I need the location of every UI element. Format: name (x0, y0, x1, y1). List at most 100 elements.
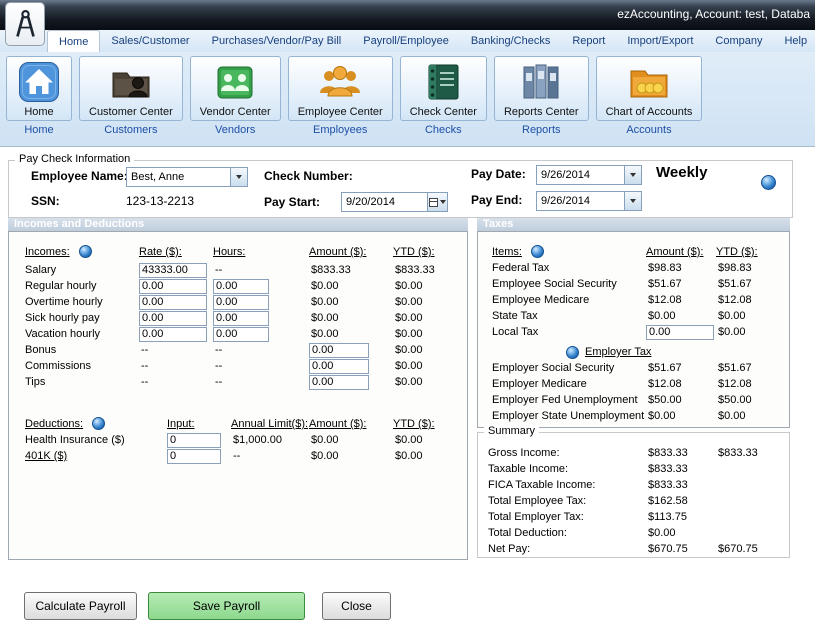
pay-end-value: 9/26/2014 (537, 192, 624, 210)
sick-hourly-hours-input[interactable] (213, 311, 269, 326)
tax-amount-value: $50.00 (646, 394, 716, 406)
deductions-help-globe-icon[interactable] (92, 417, 105, 430)
summary-label: Total Deduction: (488, 527, 646, 539)
deductions-header-row: Deductions: Input: Annual Limit($): Amou… (9, 416, 467, 432)
employer-tax-help-globe-icon[interactable] (566, 346, 579, 359)
toolbar: Home Home Customer Center Customers (0, 52, 815, 147)
overtime-hourly-hours-input[interactable] (213, 295, 269, 310)
regular-hourly-rate-input[interactable] (139, 279, 207, 294)
tax-ytd-value: $51.67 (716, 278, 789, 290)
menu-item-banking-checks[interactable]: Banking/Checks (460, 30, 562, 52)
summary-row-total-employer-tax: Total Employer Tax: $113.75 (478, 509, 789, 525)
pay-start-input[interactable] (342, 193, 427, 211)
deduction-ytd-col-header: YTD ($): (393, 418, 467, 430)
tool-item-customer-center: Customer Center Customers (79, 56, 183, 136)
overtime-hourly-rate-input[interactable] (139, 295, 207, 310)
taxes-help-globe-icon[interactable] (531, 245, 544, 258)
tool-item-check-center: Check Center Checks (400, 56, 487, 136)
tips-amount-input[interactable] (309, 375, 369, 390)
menu-item-company[interactable]: Company (704, 30, 773, 52)
deduction-row-401k: 401K ($) -- $0.00 $0.00 (9, 448, 467, 464)
regular-hourly-hours-input[interactable] (213, 279, 269, 294)
calculate-payroll-button[interactable]: Calculate Payroll (24, 592, 137, 620)
menu-item-home[interactable]: Home (47, 30, 100, 52)
deduction-label-link[interactable]: 401K ($) (25, 450, 67, 462)
commissions-amount-input[interactable] (309, 359, 369, 374)
chevron-down-icon[interactable] (624, 166, 641, 184)
tax-ytd-value: $12.08 (716, 378, 789, 390)
incomes-section-header: Incomes and Deductions (8, 218, 468, 231)
tax-amount-value: $51.67 (646, 362, 716, 374)
save-payroll-button[interactable]: Save Payroll (148, 592, 305, 620)
tax-ytd-value: $12.08 (716, 294, 789, 306)
sick-hourly-rate-input[interactable] (139, 311, 207, 326)
income-amount-value: $833.33 (309, 264, 393, 276)
tax-ytd-value: $50.00 (716, 394, 789, 406)
income-hours-value: -- (213, 264, 309, 276)
check-number-input[interactable] (361, 167, 461, 185)
income-ytd-value: $0.00 (393, 296, 467, 308)
taxes-header-row: Items: Amount ($): YTD ($): (478, 244, 789, 260)
menu-item-import-export[interactable]: Import/Export (616, 30, 704, 52)
health-insurance-input[interactable] (167, 433, 221, 448)
salary-rate-input[interactable] (139, 263, 207, 278)
tool-item-chart-of-accounts: Chart of Accounts Accounts (596, 56, 703, 136)
deduction-amount-value: $0.00 (309, 450, 393, 462)
menu-item-help[interactable]: Help (773, 30, 815, 52)
income-row-regular-hourly: Regular hourly $0.00 $0.00 (9, 278, 467, 294)
customer-center-label: Customer Center (89, 106, 173, 118)
summary-amount-value: $833.33 (646, 463, 716, 475)
tax-ytd-value: $98.83 (716, 262, 789, 274)
chevron-down-icon[interactable] (230, 168, 247, 186)
menu-item-payroll-employee[interactable]: Payroll/Employee (352, 30, 460, 52)
401k-input[interactable] (167, 449, 221, 464)
summary-amount-value: $0.00 (646, 527, 716, 539)
incomes-help-globe-icon[interactable] (79, 245, 92, 258)
vendor-center-button[interactable]: Vendor Center (190, 56, 281, 121)
employee-center-button[interactable]: Employee Center (288, 56, 393, 121)
calendar-icon[interactable] (427, 193, 447, 211)
chart-of-accounts-button[interactable]: Chart of Accounts (596, 56, 703, 121)
check-center-icon-wrap (420, 59, 466, 105)
tax-row-employee-social-security: Employee Social Security $51.67 $51.67 (478, 276, 789, 292)
vacation-hourly-rate-input[interactable] (139, 327, 207, 342)
paycheck-help-globe-icon[interactable] (761, 175, 776, 190)
home-button[interactable]: Home (6, 56, 72, 121)
menu-item-purchases[interactable]: Purchases/Vendor/Pay Bill (201, 30, 353, 52)
tool-item-vendor-center: Vendor Center Vendors (190, 56, 281, 136)
close-button[interactable]: Close (322, 592, 391, 620)
income-hours-value: -- (213, 360, 309, 372)
local-tax-input[interactable] (646, 325, 714, 340)
check-number-label: Check Number: (264, 169, 353, 183)
pay-date-select[interactable]: 9/26/2014 (536, 165, 642, 185)
check-center-button[interactable]: Check Center (400, 56, 487, 121)
tax-row-employer-fed-unemployment: Employer Fed Unemployment $50.00 $50.00 (478, 392, 789, 408)
employees-sub-label: Employees (313, 124, 367, 136)
customer-center-button[interactable]: Customer Center (79, 56, 183, 121)
income-amount-value: $0.00 (309, 312, 393, 324)
app-menu-button[interactable] (5, 2, 45, 46)
bonus-amount-input[interactable] (309, 343, 369, 358)
pay-start-picker[interactable] (341, 192, 448, 212)
income-label: Vacation hourly (25, 328, 139, 340)
summary-label: Total Employee Tax: (488, 495, 646, 507)
home-button-label: Home (24, 106, 53, 118)
chart-of-accounts-label: Chart of Accounts (606, 106, 693, 118)
pay-end-select[interactable]: 9/26/2014 (536, 191, 642, 211)
reports-center-icon (519, 60, 563, 104)
employee-name-select[interactable]: Best, Anne (126, 167, 248, 187)
employee-name-value: Best, Anne (127, 168, 230, 186)
income-row-bonus: Bonus -- -- $0.00 (9, 342, 467, 358)
menu-item-report[interactable]: Report (561, 30, 616, 52)
income-ytd-value: $0.00 (393, 360, 467, 372)
tax-amount-value: $12.08 (646, 294, 716, 306)
chevron-down-icon[interactable] (624, 192, 641, 210)
reports-center-button[interactable]: Reports Center (494, 56, 589, 121)
vacation-hourly-hours-input[interactable] (213, 327, 269, 342)
check-center-icon (421, 60, 465, 104)
reports-center-label: Reports Center (504, 106, 579, 118)
tool-item-reports-center: Reports Center Reports (494, 56, 589, 136)
summary-row-total-deduction: Total Deduction: $0.00 (478, 525, 789, 541)
menu-item-sales-customer[interactable]: Sales/Customer (100, 30, 200, 52)
deduction-amount-value: $0.00 (309, 434, 393, 446)
